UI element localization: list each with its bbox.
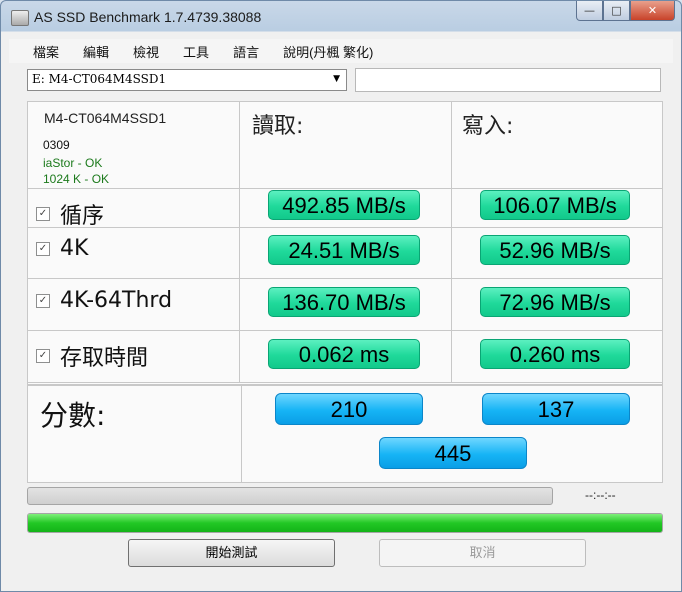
- result-4k64-write: 72.96 MB/s: [480, 287, 630, 317]
- row-4k64-label[interactable]: ✓ 4K-64Thrd: [36, 288, 172, 313]
- result-4k-write: 52.96 MB/s: [480, 235, 630, 265]
- result-seq-write: 106.07 MB/s: [480, 190, 630, 220]
- menu-edit[interactable]: 編輯: [83, 42, 109, 61]
- drive-select[interactable]: E: M4-CT064M4SSD1 ▼: [27, 69, 347, 91]
- row-access-text: 存取時間: [60, 346, 149, 371]
- app-window: AS SSD Benchmark 1.7.4739.38088 — □ ✕ 檔案…: [0, 0, 682, 592]
- row-4k-label[interactable]: ✓ 4K: [36, 236, 88, 261]
- app-icon: [11, 10, 29, 26]
- elapsed-time: --:--:--: [585, 488, 616, 502]
- drive-firmware: 0309: [43, 138, 70, 152]
- score-label: 分數:: [40, 399, 106, 432]
- checkbox-seq[interactable]: ✓: [36, 207, 50, 221]
- cancel-button[interactable]: 取消: [379, 539, 586, 567]
- score-write: 137: [482, 393, 630, 425]
- row-4k64-text: 4K-64Thrd: [60, 288, 173, 313]
- driver-status: iaStor - OK: [43, 156, 103, 170]
- results-grid: M4-CT064M4SSD1 0309 iaStor - OK 1024 K -…: [27, 101, 663, 385]
- result-4k64-read: 136.70 MB/s: [268, 287, 420, 317]
- result-4k-read: 24.51 MB/s: [268, 235, 420, 265]
- row-access-label[interactable]: ✓ 存取時間: [36, 340, 148, 372]
- maximize-button[interactable]: □: [603, 1, 630, 21]
- start-button[interactable]: 開始測試: [128, 539, 335, 567]
- score-panel: 分數: 210 137 445: [27, 385, 663, 483]
- drive-select-value: E: M4-CT064M4SSD1: [32, 72, 167, 86]
- menu-bar: 檔案 編輯 檢視 工具 語言 說明(丹楓 繁化): [9, 39, 673, 63]
- overall-progress-fill: [28, 514, 662, 532]
- minimize-button[interactable]: —: [576, 1, 603, 21]
- test-progress-bar: [27, 487, 553, 505]
- checkbox-4k64[interactable]: ✓: [36, 293, 50, 308]
- read-header: 讀取:: [252, 114, 304, 139]
- menu-file[interactable]: 檔案: [33, 42, 59, 61]
- window-title: AS SSD Benchmark 1.7.4739.38088: [34, 9, 262, 25]
- score-read: 210: [275, 393, 423, 425]
- checkbox-4k[interactable]: ✓: [36, 241, 50, 256]
- result-access-read: 0.062 ms: [268, 339, 420, 369]
- row-seq-text: 循序: [60, 204, 105, 229]
- result-access-write: 0.260 ms: [480, 339, 630, 369]
- menu-tools[interactable]: 工具: [183, 42, 209, 61]
- drive-model: M4-CT064M4SSD1: [44, 110, 167, 126]
- menu-language[interactable]: 語言: [233, 42, 259, 61]
- row-4k-text: 4K: [60, 236, 89, 261]
- menu-view[interactable]: 檢視: [133, 42, 159, 61]
- alignment-status: 1024 K - OK: [43, 173, 110, 183]
- overall-progress-bar: [27, 513, 663, 533]
- checkbox-access[interactable]: ✓: [36, 349, 50, 363]
- close-button[interactable]: ✕: [630, 1, 675, 21]
- title-bar[interactable]: AS SSD Benchmark 1.7.4739.38088 — □ ✕: [1, 1, 681, 35]
- result-seq-read: 492.85 MB/s: [268, 190, 420, 220]
- score-total: 445: [379, 437, 527, 469]
- write-header: 寫入:: [462, 114, 514, 139]
- chevron-down-icon[interactable]: ▼: [333, 74, 340, 84]
- menu-help[interactable]: 說明(丹楓 繁化): [283, 42, 373, 61]
- row-seq-label[interactable]: ✓ 循序: [36, 198, 104, 230]
- status-box: [355, 68, 661, 92]
